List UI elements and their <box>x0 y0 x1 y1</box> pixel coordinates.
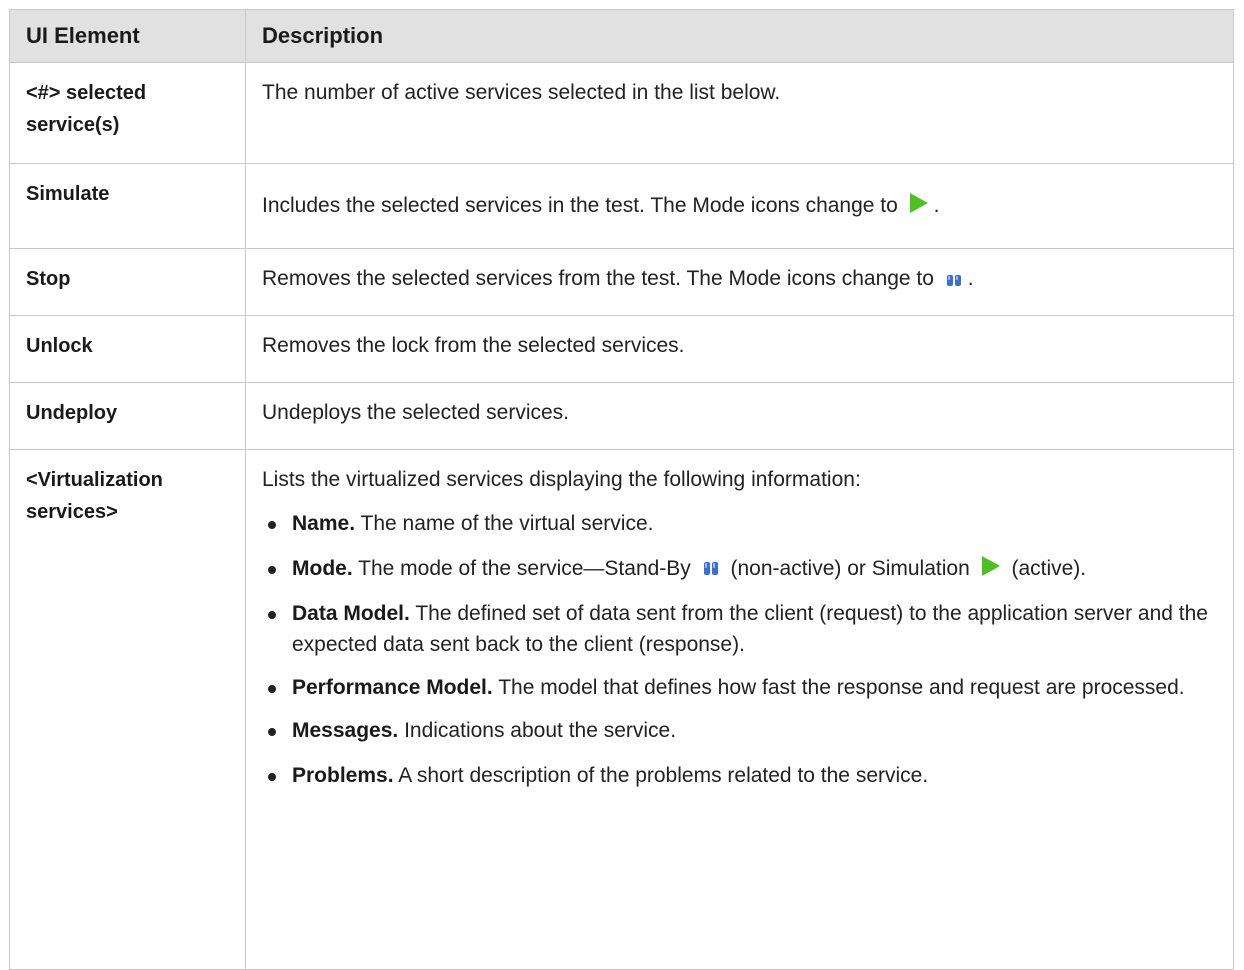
bullet-icon <box>268 611 276 619</box>
description-text: Removes the selected services from the t… <box>262 267 934 290</box>
ui-elements-table: UI Element Description <#> selected serv… <box>9 9 1234 970</box>
header-ui-element: UI Element <box>9 9 246 63</box>
table-row: Unlock Removes the lock from the selecte… <box>9 315 1234 383</box>
row-description: Undeploys the selected services. <box>245 382 1234 450</box>
pause-icon <box>946 265 962 297</box>
row-element-name: Simulate <box>9 163 246 249</box>
table-row: <#> selected service(s) The number of ac… <box>9 62 1234 164</box>
row-element-name: <#> selected service(s) <box>9 62 246 164</box>
row-description: Removes the selected services from the t… <box>245 248 1234 316</box>
list-item: Messages. Indications about the service. <box>262 715 1217 747</box>
bullet-icon <box>268 773 276 781</box>
pause-icon <box>703 555 719 586</box>
description-text-end: . <box>967 267 974 290</box>
table-row: Stop Removes the selected services from … <box>9 248 1234 316</box>
list-item-text: (non-active) or Simulation <box>730 557 970 580</box>
row-element-name: Unlock <box>9 315 246 383</box>
info-list: Name. The name of the virtual service. M… <box>262 508 1217 792</box>
description-intro: Lists the virtualized services displayin… <box>262 468 861 491</box>
header-description: Description <box>245 9 1234 63</box>
bullet-icon <box>268 521 276 529</box>
play-icon <box>909 193 928 213</box>
list-item: Performance Model. The model that define… <box>262 672 1217 703</box>
list-item-text: The name of the virtual service. <box>360 512 654 535</box>
table-header-row: UI Element Description <box>9 9 1234 63</box>
row-element-name: <Virtualization services> <box>9 449 246 970</box>
row-description: The number of active services selected i… <box>245 62 1234 164</box>
list-item: Mode. The mode of the service—Stand-By (… <box>262 553 1217 586</box>
list-item-text: (active). <box>1011 557 1087 580</box>
row-element-name: Undeploy <box>9 382 246 450</box>
list-item-text: The model that defines how fast the resp… <box>498 676 1185 699</box>
list-item: Problems. A short description of the pro… <box>262 760 1217 792</box>
list-item-text: Indications about the service. <box>404 719 677 742</box>
list-item-term: Messages. <box>292 719 399 742</box>
table-row: <Virtualization services> Lists the virt… <box>9 449 1234 970</box>
list-item-term: Name. <box>292 512 356 535</box>
play-icon <box>981 556 1000 576</box>
list-item-term: Problems. <box>292 764 394 787</box>
bullet-icon <box>268 566 276 574</box>
bullet-icon <box>268 685 276 693</box>
row-description: Lists the virtualized services displayin… <box>245 449 1234 970</box>
list-item-term: Mode. <box>292 557 353 580</box>
list-item-term: Data Model. <box>292 602 410 625</box>
list-item-text: The mode of the service—Stand-By <box>358 557 691 580</box>
list-item: Data Model. The defined set of data sent… <box>262 598 1217 660</box>
row-description: Removes the lock from the selected servi… <box>245 315 1234 383</box>
description-text: Includes the selected services in the te… <box>262 194 898 217</box>
row-description: Includes the selected services in the te… <box>245 163 1234 249</box>
list-item-text: The defined set of data sent from the cl… <box>292 602 1208 656</box>
list-item: Name. The name of the virtual service. <box>262 508 1217 540</box>
list-item-term: Performance Model. <box>292 676 493 699</box>
description-text-end: . <box>933 194 940 217</box>
list-item-text: A short description of the problems rela… <box>398 764 929 787</box>
table-row: Simulate Includes the selected services … <box>9 163 1234 249</box>
table-row: Undeploy Undeploys the selected services… <box>9 382 1234 450</box>
row-element-name: Stop <box>9 248 246 316</box>
bullet-icon <box>268 728 276 736</box>
